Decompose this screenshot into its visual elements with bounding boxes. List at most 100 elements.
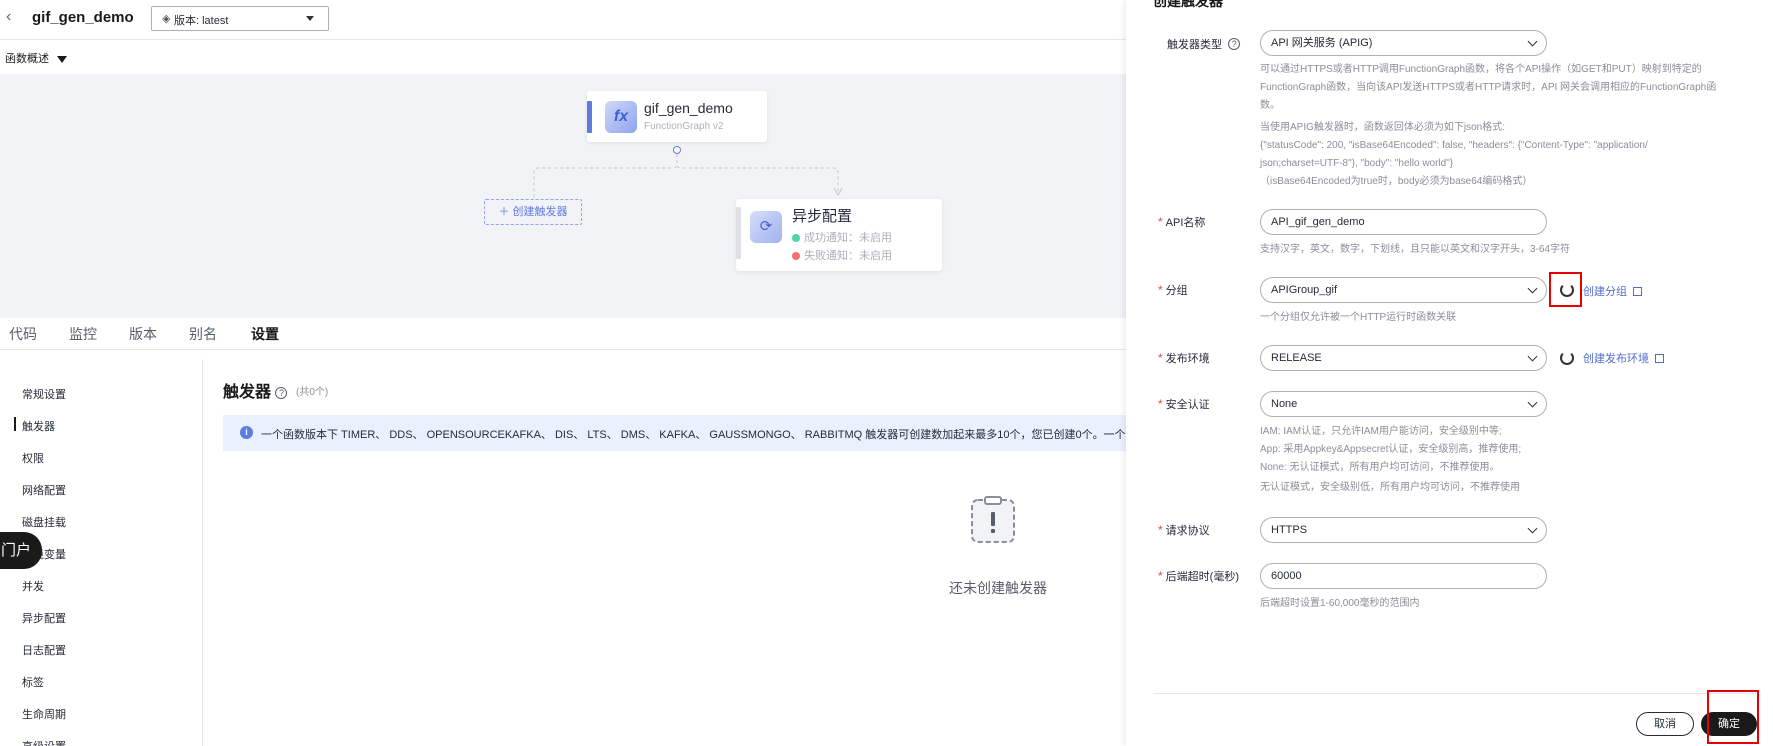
sidebar-item-network[interactable]: 网络配置: [22, 482, 66, 498]
create-group-link[interactable]: 创建分组: [1583, 283, 1642, 299]
function-overview-toggle[interactable]: 函数概述: [5, 50, 67, 66]
trigger-type-note-2: {"statusCode": 200, "isBase64Encoded": f…: [1260, 140, 1648, 151]
sidebar-item-logs[interactable]: 日志配置: [22, 642, 66, 658]
required-mark: *: [1158, 569, 1163, 583]
chevron-left-icon[interactable]: ‹: [6, 8, 11, 26]
success-dot-icon: [792, 234, 800, 242]
sidebar-item-concurrency[interactable]: 并发: [22, 578, 44, 594]
trigger-type-value: API 网关服务 (APIG): [1271, 37, 1373, 49]
version-select[interactable]: ◈ 版本: latest: [151, 6, 329, 31]
caret-down-icon: [306, 16, 314, 21]
version-select-value: 版本: latest: [174, 15, 229, 27]
drawer-title: 创建触发器: [1153, 0, 1223, 9]
create-trigger-button[interactable]: ＋ 创建触发器: [484, 199, 582, 225]
node-accent-bar: [736, 207, 741, 259]
protocol-select[interactable]: HTTPS: [1260, 517, 1547, 543]
auth-hint-3: None: 无认证模式，所有用户均可访问，不推荐使用。: [1260, 462, 1500, 473]
env-label-text: 发布环境: [1165, 353, 1210, 365]
sidebar-item-disk[interactable]: 磁盘挂载: [22, 514, 66, 530]
trigger-type-label: 触发器类型 ?: [1167, 36, 1241, 52]
create-env-link-text: 创建发布环境: [1583, 353, 1649, 365]
help-icon[interactable]: ?: [275, 387, 288, 399]
create-group-link-text: 创建分组: [1583, 286, 1627, 298]
chevron-down-icon: [1527, 36, 1538, 47]
layers-icon: ◈: [162, 13, 171, 25]
timeout-label: * 后端超时(毫秒): [1158, 568, 1239, 584]
sidebar-item-permissions[interactable]: 权限: [22, 450, 44, 466]
triangle-down-icon: [57, 56, 67, 63]
env-label: * 发布环境: [1158, 350, 1210, 366]
function-icon: fx: [605, 101, 637, 133]
cancel-button[interactable]: 取消: [1636, 712, 1694, 736]
auth-value: None: [1271, 398, 1298, 410]
group-label-text: 分组: [1165, 285, 1188, 297]
footer-divider: [1153, 693, 1757, 694]
function-canvas: fx gif_gen_demo FunctionGraph v2 ＋ 创建触发器…: [0, 74, 1126, 318]
create-env-link[interactable]: 创建发布环境: [1583, 350, 1664, 366]
function-node-runtime: FunctionGraph v2: [644, 121, 724, 132]
trigger-type-note-4: （isBase64Encoded为true时，body必须为base64编码格式…: [1260, 176, 1533, 187]
tab-monitor[interactable]: 监控: [69, 324, 97, 344]
tab-aliases[interactable]: 别名: [189, 324, 217, 344]
failure-notify-row: 失败通知：未启用: [792, 247, 892, 263]
api-name-label: * API名称: [1158, 214, 1205, 230]
trigger-type-note-1: 当使用APIG触发器时，函数返回体必须为如下json格式:: [1260, 122, 1506, 133]
async-config-node[interactable]: ⟳ 异步配置 成功通知：未启用 失败通知：未启用: [736, 199, 942, 271]
api-name-input[interactable]: API_gif_gen_demo: [1260, 209, 1547, 235]
chevron-down-icon: [1527, 351, 1538, 362]
trigger-info-text: 一个函数版本下 TIMER、 DDS、 OPENSOURCEKAFKA、 DIS…: [261, 429, 1126, 441]
api-name-hint: 支持汉字，英文，数字，下划线，且只能以英文和汉字开头，3-64字符: [1260, 244, 1571, 255]
group-hint: 一个分组仅允许被一个HTTP运行时函数关联: [1260, 312, 1457, 323]
sidebar-item-advanced[interactable]: 高级设置: [22, 738, 66, 746]
highlight-box: [1707, 690, 1759, 744]
tab-versions[interactable]: 版本: [129, 324, 157, 344]
success-notify-text: 成功通知：未启用: [804, 232, 892, 244]
protocol-value: HTTPS: [1271, 524, 1308, 536]
sidebar-item-triggers[interactable]: 触发器: [14, 417, 55, 434]
function-tabs: 代码 监控 版本 别名 设置: [0, 318, 1126, 350]
trigger-type-select[interactable]: API 网关服务 (APIG): [1260, 30, 1547, 56]
timeout-input[interactable]: 60000: [1260, 563, 1547, 589]
sidebar-item-lifecycle[interactable]: 生命周期: [22, 706, 66, 722]
trigger-type-label-text: 触发器类型: [1167, 39, 1222, 51]
external-link-icon: [1633, 287, 1642, 296]
info-icon: i: [240, 426, 253, 439]
required-mark: *: [1158, 215, 1163, 229]
chevron-down-icon: [1527, 283, 1538, 294]
trigger-type-desc-3: 数。: [1260, 100, 1280, 111]
external-link-icon: [1655, 354, 1664, 363]
chevron-down-icon: [1527, 523, 1538, 534]
sidebar-item-general[interactable]: 常规设置: [22, 386, 66, 402]
group-select[interactable]: APIGroup_gif: [1260, 277, 1547, 303]
empty-clipboard-icon: [971, 496, 1015, 543]
header-bar: ‹ gif_gen_demo ◈ 版本: latest: [0, 0, 1126, 40]
empty-state-text: 还未创建触发器: [949, 580, 1047, 596]
required-mark: *: [1158, 397, 1163, 411]
help-icon[interactable]: ?: [1228, 38, 1241, 50]
refresh-groups-icon[interactable]: [1560, 283, 1574, 297]
function-title: gif_gen_demo: [32, 9, 134, 26]
refresh-env-icon[interactable]: [1560, 351, 1574, 365]
connector-lines: [533, 146, 843, 199]
portal-button[interactable]: 门户: [0, 532, 42, 569]
triggers-title: 触发器: [223, 384, 272, 401]
auth-select[interactable]: None: [1260, 391, 1547, 417]
sidebar-item-tags[interactable]: 标签: [22, 674, 44, 690]
auth-label: * 安全认证: [1158, 396, 1210, 412]
timeout-label-text: 后端超时(毫秒): [1165, 571, 1239, 583]
function-node[interactable]: fx gif_gen_demo FunctionGraph v2: [587, 91, 767, 142]
tab-code[interactable]: 代码: [9, 324, 37, 344]
trigger-type-desc-1: 可以通过HTTPS或者HTTP调用FunctionGraph函数，将各个API操…: [1260, 64, 1702, 75]
trigger-info-banner: i 一个函数版本下 TIMER、 DDS、 OPENSOURCEKAFKA、 D…: [223, 415, 1126, 451]
sidebar-item-async[interactable]: 异步配置: [22, 610, 66, 626]
required-mark: *: [1158, 351, 1163, 365]
required-mark: *: [1158, 523, 1163, 537]
env-select[interactable]: RELEASE: [1260, 345, 1547, 371]
auth-hint-4: 无认证模式，安全级别低，所有用户均可访问，不推荐使用: [1260, 482, 1520, 493]
triggers-heading: 触发器 ?: [223, 378, 288, 402]
protocol-label: * 请求协议: [1158, 522, 1210, 538]
auth-hint-1: IAM: IAM认证，只允许IAM用户能访问，安全级别中等;: [1260, 426, 1502, 437]
tab-settings[interactable]: 设置: [251, 324, 279, 344]
function-node-name: gif_gen_demo: [644, 100, 733, 116]
group-label: * 分组: [1158, 282, 1188, 298]
